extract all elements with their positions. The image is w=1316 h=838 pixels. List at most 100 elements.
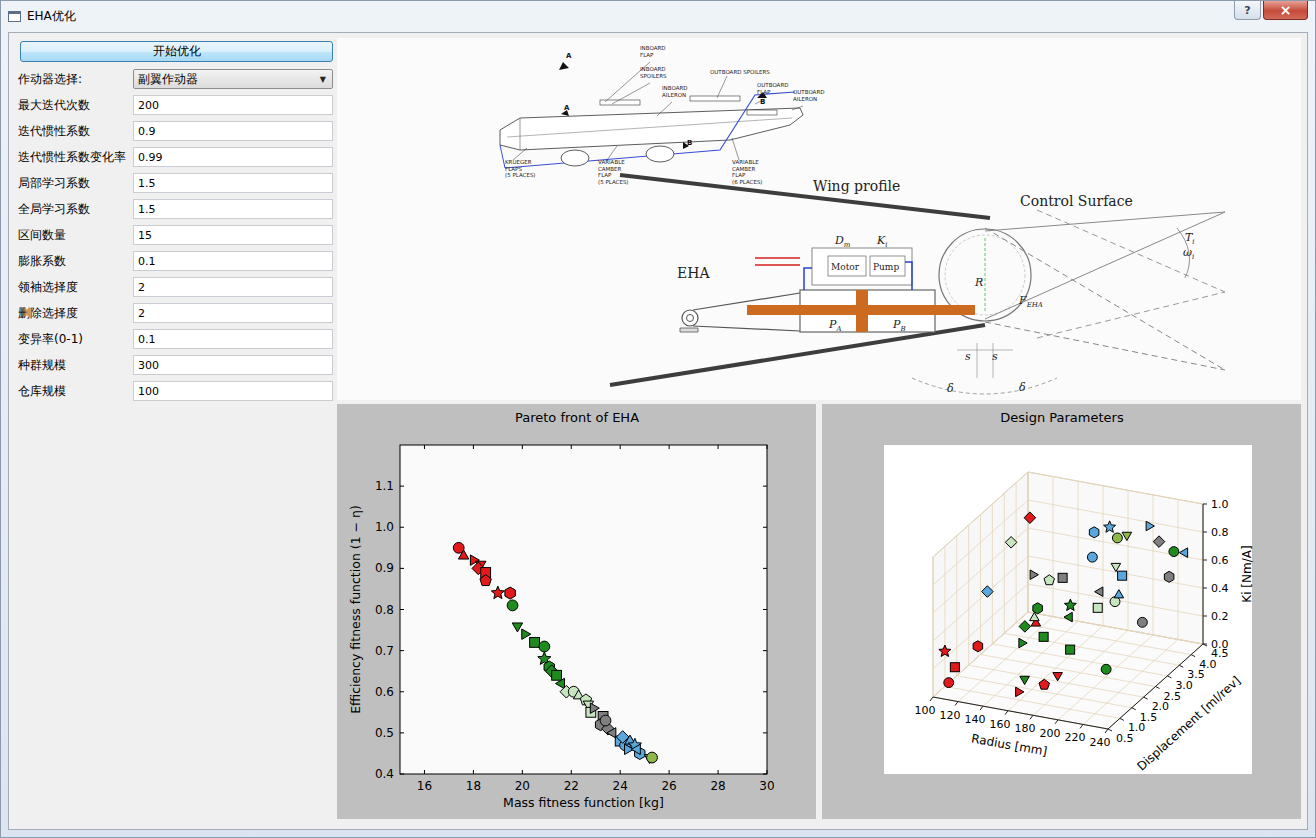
y-tick: 1.0 <box>374 520 766 534</box>
actuator-select[interactable]: 副翼作动器▼ <box>133 69 333 89</box>
wing-profile-label: Wing profile <box>813 178 900 194</box>
select-value: 副翼作动器 <box>138 71 320 88</box>
app-icon <box>8 11 21 22</box>
data-point <box>458 550 468 559</box>
svg-text:26: 26 <box>661 779 676 793</box>
field-label: 领袖选择度 <box>18 279 133 296</box>
symbol-label: Ki <box>876 234 887 249</box>
field-label: 最大迭代次数 <box>18 97 133 114</box>
section-marker: B <box>687 139 692 147</box>
data-point <box>1093 603 1102 612</box>
z-tick: 0.2 <box>1203 610 1229 623</box>
data-point <box>1039 632 1048 641</box>
section-marker: B <box>760 98 765 106</box>
y-tick: 0.6 <box>374 685 766 699</box>
svg-text:0.9: 0.9 <box>374 561 393 575</box>
symbol-label: Ti <box>1185 231 1195 246</box>
svg-text:1.0: 1.0 <box>1211 498 1229 511</box>
control-surface-label: Control Surface <box>1020 193 1133 209</box>
svg-text:1.1: 1.1 <box>374 479 393 493</box>
field-input[interactable] <box>133 381 333 401</box>
svg-text:0.8: 0.8 <box>374 603 393 617</box>
svg-text:0.0: 0.0 <box>1211 638 1229 651</box>
data-point <box>950 663 959 672</box>
field-input[interactable] <box>133 95 333 115</box>
y-axis-label: Displacement [ml/rev] <box>1134 674 1243 774</box>
diagram-pane: INBOARDFLAPINBOARDSPOILERSINBOARDAILERON… <box>337 38 1301 400</box>
form-row: 迭代惯性系数 <box>12 121 333 141</box>
data-point <box>631 744 640 754</box>
field-input[interactable] <box>133 147 333 167</box>
data-point <box>555 678 564 688</box>
data-point <box>1087 552 1097 562</box>
symbol-label: δ <box>1019 381 1026 394</box>
form-row: 区间数量 <box>12 225 333 245</box>
symbol-label: Dm <box>834 234 851 249</box>
data-point <box>1019 676 1029 684</box>
data-point <box>938 645 950 656</box>
z-tick: 0.4 <box>1203 582 1229 595</box>
x-tick: 30 <box>759 445 774 793</box>
motor-label: Motor <box>831 262 860 272</box>
data-point <box>1018 638 1026 648</box>
field-input[interactable] <box>133 121 333 141</box>
z-tick: 0.8 <box>1203 526 1229 539</box>
eha-diagram: INBOARDFLAPINBOARDSPOILERSINBOARDAILERON… <box>337 38 1300 400</box>
pareto-chart: Pareto front of EHA16182022242628300.40.… <box>339 404 815 815</box>
data-point <box>1112 533 1122 543</box>
form-row: 领袖选择度 <box>12 277 333 297</box>
section-marker: A <box>566 52 572 60</box>
data-point <box>1044 575 1054 585</box>
symbol-label: R <box>974 276 983 289</box>
z-tick: 0.6 <box>1203 554 1229 567</box>
form-row: 膨胀系数 <box>12 251 333 271</box>
form-row: 最大迭代次数 <box>12 95 333 115</box>
start-button[interactable]: 开始优化 <box>20 41 333 62</box>
svg-text:0.2: 0.2 <box>1211 610 1229 623</box>
app-window: EHA优化?×开始优化作动器选择:副翼作动器▼最大迭代次数迭代惯性系数迭代惯性系… <box>0 0 1316 838</box>
field-input[interactable] <box>133 199 333 219</box>
airplane-label: OUTBOARD SPOILERS <box>710 69 770 75</box>
y-tick: 0.7 <box>374 644 766 658</box>
svg-text:0.8: 0.8 <box>1211 526 1229 539</box>
field-input[interactable] <box>133 277 333 297</box>
field-input[interactable] <box>133 303 333 323</box>
data-point <box>1089 527 1099 538</box>
svg-text:28: 28 <box>710 779 725 793</box>
form-row: 删除选择度 <box>12 303 333 323</box>
airplane-label: INBOARDSPOILERS <box>640 66 667 79</box>
svg-text:0.7: 0.7 <box>374 644 393 658</box>
data-point <box>981 586 993 598</box>
data-point <box>1168 547 1178 557</box>
svg-text:140: 140 <box>964 713 985 726</box>
x-tick: 200 <box>1039 720 1060 740</box>
data-point <box>1164 571 1174 582</box>
data-point <box>512 623 522 632</box>
form-row: 变异率(0-1) <box>12 329 333 349</box>
data-point <box>1064 612 1072 622</box>
design-panel: Design Parameters10012014016018020022024… <box>822 404 1301 819</box>
field-input[interactable] <box>133 251 333 271</box>
data-point <box>600 715 611 726</box>
y-tick: 0.9 <box>374 561 766 575</box>
symbol-label: s <box>992 350 998 363</box>
data-point <box>1146 521 1154 531</box>
symbol-label: FEHA <box>1018 294 1043 309</box>
field-input[interactable] <box>133 173 333 193</box>
field-input[interactable] <box>133 329 333 349</box>
x-tick: 20 <box>514 445 529 793</box>
data-point <box>1064 599 1076 610</box>
svg-text:0.4: 0.4 <box>374 767 393 781</box>
x-axis-label: Mass fitness function [kg] <box>503 795 664 810</box>
field-input[interactable] <box>133 225 333 245</box>
svg-text:220: 220 <box>1064 731 1085 744</box>
field-input[interactable] <box>133 355 333 375</box>
svg-text:18: 18 <box>465 779 480 793</box>
x-tick: 140 <box>964 706 985 726</box>
svg-text:0.6: 0.6 <box>374 685 393 699</box>
pareto-panel: Pareto front of EHA16182022242628300.40.… <box>337 404 816 819</box>
data-point <box>1114 590 1124 598</box>
close-button[interactable]: × <box>1263 1 1308 20</box>
data-point <box>1030 570 1038 580</box>
help-button[interactable]: ? <box>1234 1 1261 20</box>
